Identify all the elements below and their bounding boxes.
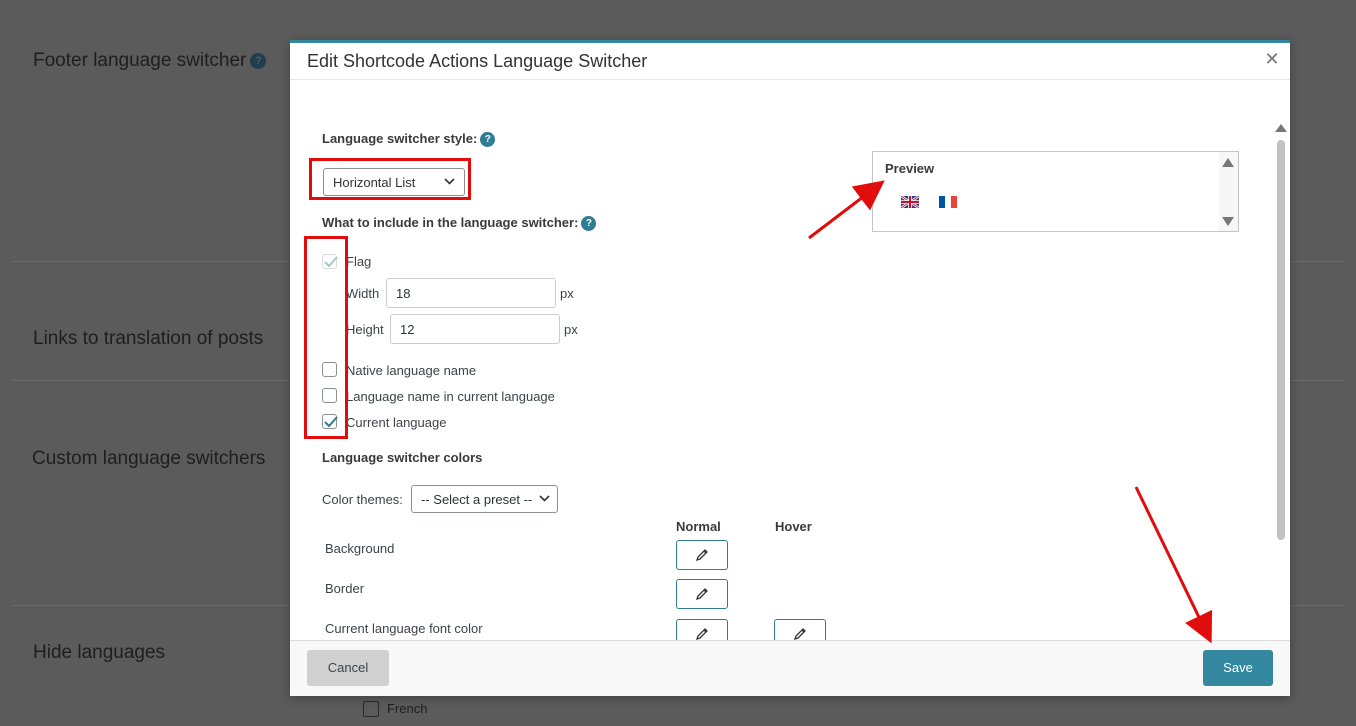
french-label: French	[387, 701, 428, 716]
pencil-icon	[695, 588, 708, 601]
color-themes-label: Color themes:	[322, 492, 403, 507]
help-icon[interactable]: ?	[581, 216, 597, 231]
preview-scrollbar[interactable]	[1219, 152, 1238, 231]
background-normal-color-button[interactable]	[676, 540, 728, 570]
preview-panel: Preview	[872, 151, 1239, 232]
dialog-footer: Cancel Save	[290, 640, 1290, 696]
uk-flag-icon[interactable]	[901, 196, 919, 208]
edit-shortcode-dialog: Edit Shortcode Actions Language Switcher…	[290, 40, 1290, 696]
help-icon[interactable]: ?	[480, 132, 496, 147]
height-unit: px	[564, 322, 578, 337]
links-translation-label: Links to translation of posts	[33, 328, 264, 349]
scroll-up-icon[interactable]	[1222, 158, 1234, 167]
close-icon[interactable]: ✕	[1264, 50, 1280, 68]
height-label: Height	[346, 322, 384, 337]
french-checkbox[interactable]	[363, 701, 379, 717]
preview-title: Preview	[885, 161, 935, 176]
chevron-down-icon	[539, 495, 550, 502]
dialog-scrollbar[interactable]	[1275, 124, 1287, 641]
help-icon: ?	[250, 53, 267, 69]
width-input[interactable]: 18	[386, 278, 556, 308]
background-color-label: Background	[325, 541, 395, 556]
colors-label: Language switcher colors	[322, 450, 483, 465]
save-button[interactable]: Save	[1203, 650, 1273, 686]
pencil-icon	[793, 628, 806, 641]
current-language-label: Current language	[346, 415, 447, 430]
scroll-up-icon[interactable]	[1275, 124, 1287, 132]
width-unit: px	[560, 286, 574, 301]
hover-column-header: Hover	[775, 519, 812, 534]
dialog-title: Edit Shortcode Actions Language Switcher	[307, 51, 648, 71]
dialog-header: Edit Shortcode Actions Language Switcher…	[290, 43, 1290, 80]
border-normal-color-button[interactable]	[676, 579, 728, 609]
current-lang-name-label: Language name in current language	[346, 389, 555, 404]
style-label: Language switcher style:?	[322, 131, 496, 147]
pencil-icon	[695, 549, 708, 562]
flag-label: Flag	[346, 254, 372, 269]
cancel-button[interactable]: Cancel	[307, 650, 389, 686]
normal-column-header: Normal	[676, 519, 721, 534]
annotation-highlight-checkboxes	[304, 236, 348, 439]
height-input[interactable]: 12	[390, 314, 560, 344]
current-font-hover-color-button[interactable]	[774, 619, 826, 641]
annotation-highlight-style	[309, 158, 471, 200]
width-label: Width	[346, 286, 380, 301]
footer-switcher-label: Footer language switcher?	[33, 50, 267, 72]
hide-languages-label: Hide languages	[33, 642, 166, 663]
scroll-thumb[interactable]	[1277, 140, 1285, 540]
border-color-label: Border	[325, 581, 365, 596]
include-label: What to include in the language switcher…	[322, 215, 597, 231]
current-font-color-label: Current language font color	[325, 621, 483, 636]
pencil-icon	[695, 628, 708, 641]
scroll-down-icon[interactable]	[1222, 217, 1234, 226]
french-flag-icon[interactable]	[939, 196, 957, 208]
color-themes-select[interactable]: -- Select a preset --	[411, 485, 558, 513]
native-name-label: Native language name	[346, 363, 477, 378]
color-themes-value: -- Select a preset --	[421, 492, 533, 507]
current-font-normal-color-button[interactable]	[676, 619, 728, 641]
custom-switchers-label: Custom language switchers	[32, 448, 266, 469]
